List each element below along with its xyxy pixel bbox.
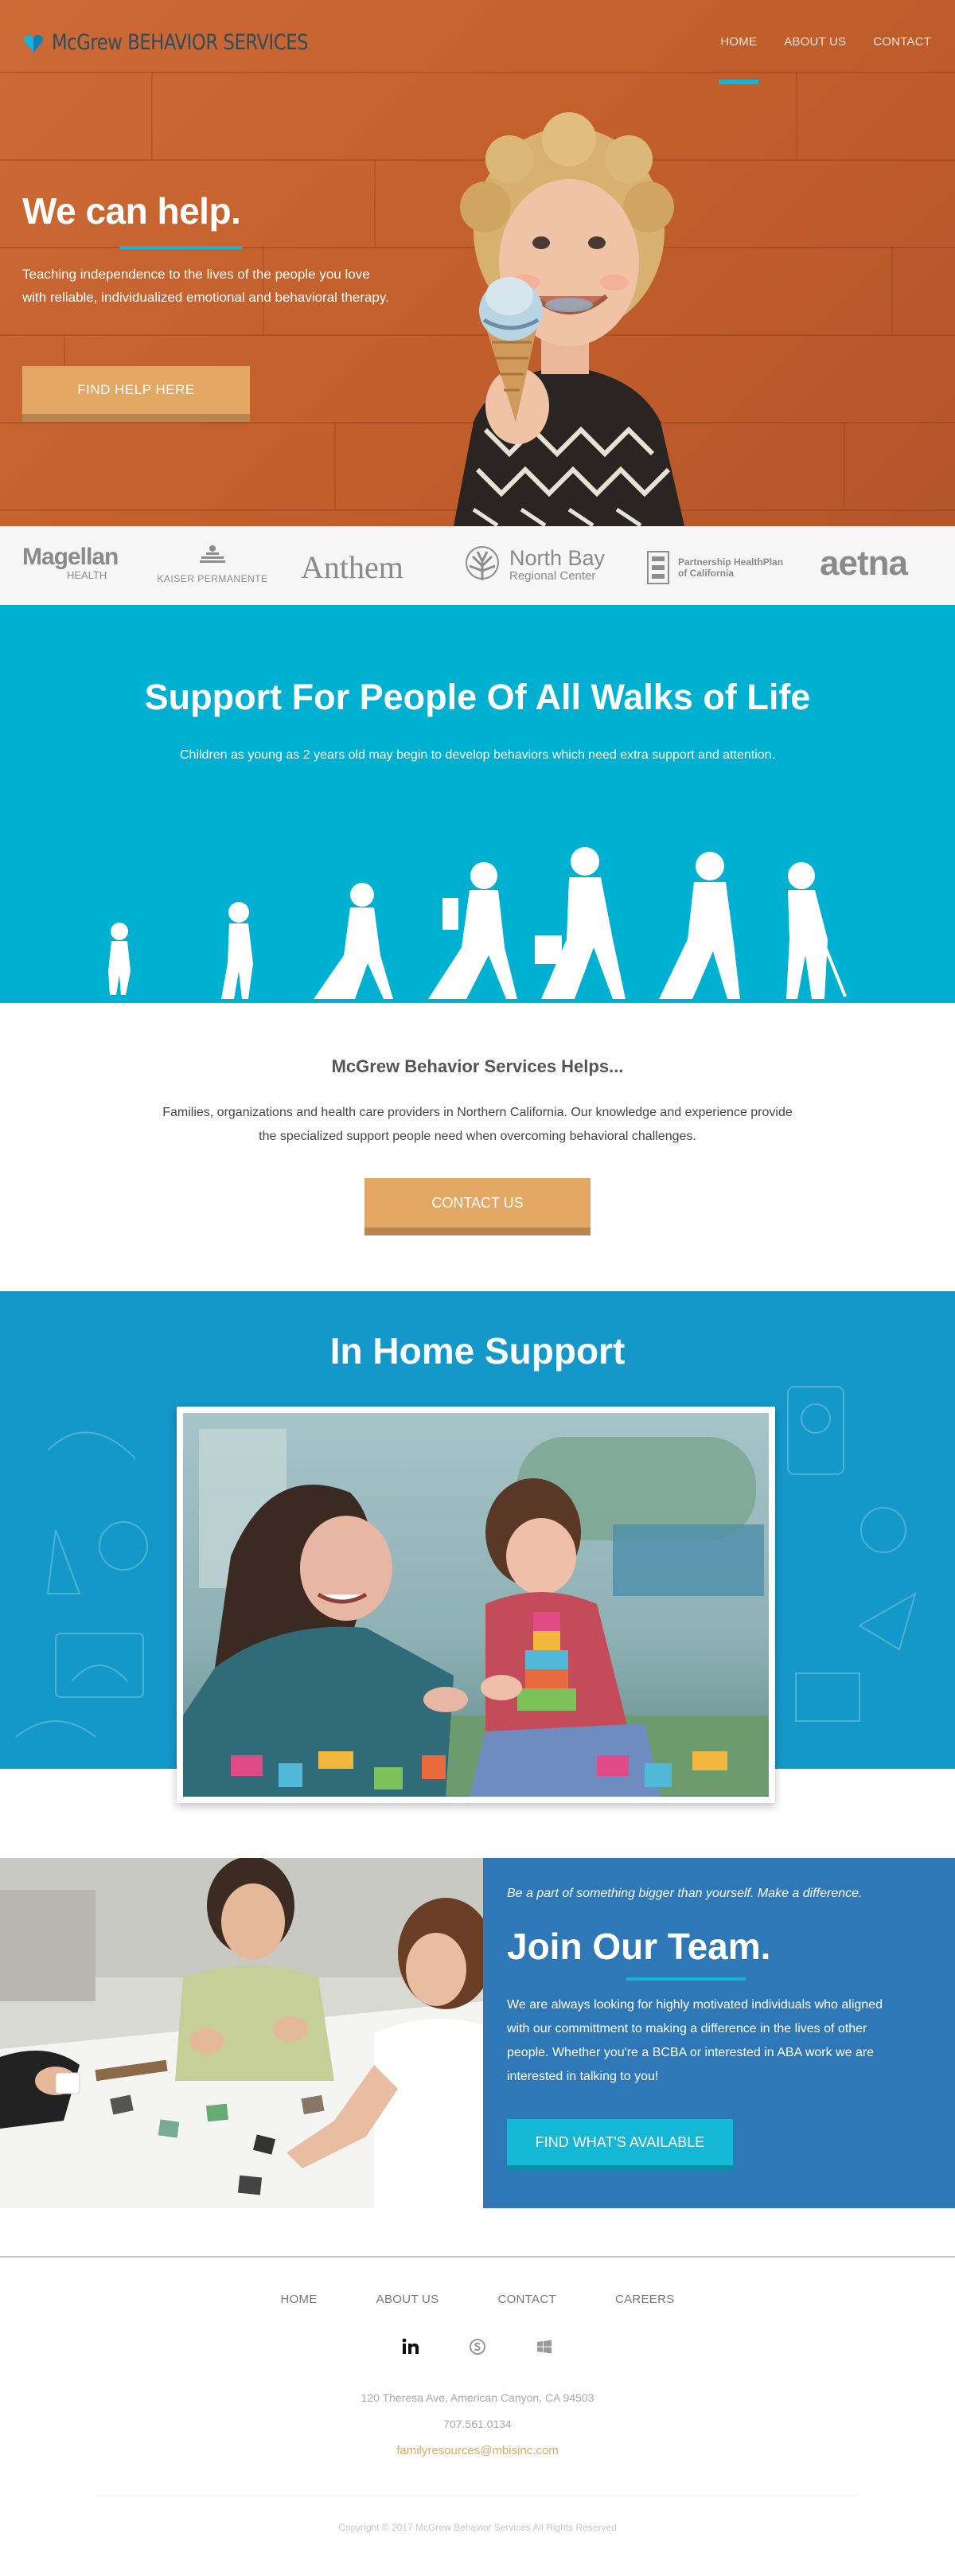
footer-nav-home[interactable]: HOME <box>280 2293 317 2306</box>
skype-icon[interactable] <box>468 2337 487 2356</box>
nav-home[interactable]: HOME <box>719 35 758 84</box>
nav-about-us[interactable]: ABOUT US <box>784 35 846 49</box>
kaiser-permanente-logo: KAISER PERMANENTE <box>153 544 272 584</box>
hero-section: McGrew BEHAVIOR SERVICES HOME ABOUT US C… <box>0 0 955 526</box>
find-whats-available-button[interactable]: FIND WHAT'S AVAILABLE <box>507 2119 733 2172</box>
brand-name: McGrew BEHAVIOR SERVICES <box>52 30 309 55</box>
brand-logo[interactable]: McGrew BEHAVIOR SERVICES <box>22 30 357 55</box>
in-home-support-photo <box>177 1407 775 1803</box>
hero-child-photo <box>454 112 684 526</box>
support-section: Support For People Of All Walks of Life … <box>0 605 955 1003</box>
footer-nav-careers[interactable]: CAREERS <box>615 2293 675 2306</box>
support-subtitle: Children as young as 2 years old may beg… <box>179 748 776 762</box>
footer-phone[interactable]: 707.561.0134 <box>0 2418 955 2430</box>
join-our-team-section: Be a part of something bigger than yours… <box>483 1858 955 2208</box>
footer-email-link[interactable]: familyresources@mbisinc.com <box>0 2444 955 2457</box>
anthem-logo: Anthem <box>301 549 403 585</box>
team-meeting-illustration <box>0 1858 483 2208</box>
copyright-text: Copyright © 2017 McGrew Behavior Service… <box>338 2522 617 2533</box>
insurance-logos-bar: Magellan HEALTH KAISER PERMANENTE Anthem… <box>0 526 955 605</box>
mother-daughter-blocks-illustration <box>183 1478 727 1797</box>
social-links <box>0 2337 955 2356</box>
hero-title-underline <box>119 246 242 249</box>
helps-title: McGrew Behavior Services Helps... <box>331 1056 624 1076</box>
hero-description: Teaching independence to the lives of th… <box>22 267 389 305</box>
find-help-button[interactable]: FIND HELP HERE <box>22 366 250 422</box>
partnership-healthplan-logo: Partnership HealthPlan of California <box>646 550 783 585</box>
join-tagline: Be a part of something bigger than yours… <box>507 1887 863 1900</box>
magellan-logo: Magellan HEALTH <box>22 544 119 582</box>
contact-us-button[interactable]: CONTACT US <box>364 1178 591 1235</box>
footer-divider <box>0 2256 955 2258</box>
heart-logo-icon <box>24 34 43 53</box>
growth-silhouettes-illustration <box>108 847 847 999</box>
footer-nav-about-us[interactable]: ABOUT US <box>376 2293 439 2306</box>
main-nav: HOME ABOUT US CONTACT <box>693 35 931 84</box>
support-title: Support For People Of All Walks of Life <box>144 677 811 717</box>
join-title: Join Our Team. <box>507 1926 771 1967</box>
hero-title: We can help. <box>22 190 241 232</box>
footer-nav: HOME ABOUT US CONTACT CAREERS <box>0 2293 955 2306</box>
footer-address: 120 Theresa Ave, American Canyon, CA 945… <box>361 2391 594 2404</box>
team-meeting-photo <box>0 1858 483 2208</box>
join-description: We are always looking for highly motivat… <box>507 1998 883 2083</box>
tree-icon <box>466 546 499 580</box>
linkedin-icon[interactable] <box>401 2337 420 2356</box>
windows-icon[interactable] <box>535 2337 554 2356</box>
north-bay-regional-center-logo: North Bay Regional Center <box>462 545 605 584</box>
join-title-underline <box>626 1977 746 1981</box>
in-home-support-title: In Home Support <box>329 1330 626 1372</box>
footer-nav-contact[interactable]: CONTACT <box>497 2293 555 2306</box>
helps-description: Families, organizations and health care … <box>162 1106 793 1143</box>
kaiser-symbol-icon <box>200 545 225 563</box>
aetna-logo: aetna <box>820 544 908 583</box>
nav-contact[interactable]: CONTACT <box>873 35 931 49</box>
partnership-emblem-icon <box>647 551 669 584</box>
